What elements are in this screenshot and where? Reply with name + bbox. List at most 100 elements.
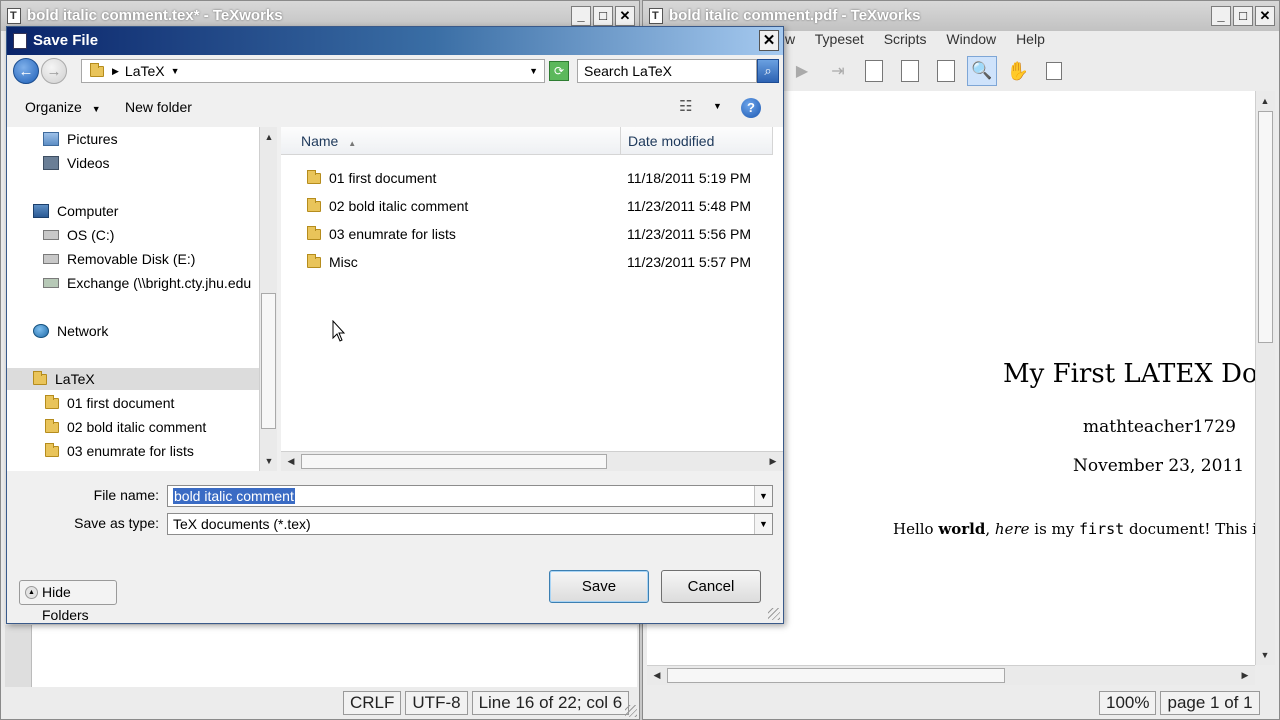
fit-window-icon[interactable] xyxy=(931,56,961,86)
search-icon[interactable]: ⌕ xyxy=(757,59,779,83)
file-row[interactable]: 01 first document 11/18/2011 5:19 PM xyxy=(281,165,781,191)
next-page-icon[interactable]: ▶ xyxy=(787,56,817,86)
menu-help[interactable]: Help xyxy=(1016,31,1045,47)
file-name-input[interactable]: bold italic comment ▼ xyxy=(167,485,773,507)
tree-item-latex[interactable]: LaTeX xyxy=(7,368,259,390)
menu-scripts[interactable]: Scripts xyxy=(884,31,927,47)
tree-item-02-bold-italic-comment[interactable]: 02 bold italic comment xyxy=(45,416,206,438)
address-separator-chevron-icon[interactable]: ▶ xyxy=(112,66,119,77)
file-name-label: File name: xyxy=(93,487,159,503)
tree-item-label: Computer xyxy=(57,203,119,219)
scroll-down-arrow[interactable]: ▼ xyxy=(1257,647,1273,663)
dialog-app-icon xyxy=(13,33,27,49)
maximize-button[interactable]: □ xyxy=(593,6,613,26)
address-bar[interactable]: ▶ LaTeX ▼ ▼ xyxy=(81,59,545,83)
file-name-chevron-down-icon[interactable]: ▼ xyxy=(754,486,772,506)
pdf-minimize-button[interactable]: _ xyxy=(1211,6,1231,26)
encoding-indicator[interactable]: UTF-8 xyxy=(405,691,468,715)
scroll-up-arrow[interactable]: ▲ xyxy=(1257,93,1273,109)
scroll-right-arrow[interactable]: ▶ xyxy=(1237,667,1253,683)
menu-view[interactable]: w xyxy=(785,31,795,47)
forward-arrow-icon[interactable]: → xyxy=(41,58,67,84)
hide-folders-label: Hide Folders xyxy=(42,584,89,623)
cancel-button[interactable]: Cancel xyxy=(661,570,761,603)
pictures-icon xyxy=(43,132,59,146)
refresh-icon[interactable]: ⟳ xyxy=(549,61,569,81)
minimize-button[interactable]: _ xyxy=(571,6,591,26)
view-options-icon[interactable]: ☷ xyxy=(679,97,692,115)
tree-item-pictures[interactable]: Pictures xyxy=(43,128,118,150)
dialog-navbar: ← → ▶ LaTeX ▼ ▼ ⟳ Search LaTeX ⌕ xyxy=(7,55,783,87)
scroll-left-arrow[interactable]: ◀ xyxy=(649,667,665,683)
pdf-menubar: w Typeset Scripts Window Help xyxy=(785,31,1061,49)
fit-width-icon[interactable] xyxy=(895,56,925,86)
tree-item-label: Removable Disk (E:) xyxy=(67,251,196,267)
find-icon[interactable] xyxy=(1039,56,1069,86)
pdf-vertical-scrollbar[interactable]: ▲ ▼ xyxy=(1255,91,1275,665)
pdf-statusbar: 100% page 1 of 1 xyxy=(1099,690,1260,716)
zoom-indicator[interactable]: 100% xyxy=(1099,691,1157,715)
hand-tool-icon[interactable]: ✋ xyxy=(1003,56,1033,86)
save-type-select[interactable]: TeX documents (*.tex) ▼ xyxy=(167,513,773,535)
file-row[interactable]: 03 enumrate for lists 11/23/2011 5:56 PM xyxy=(281,221,781,247)
file-name-value: bold italic comment xyxy=(173,488,295,504)
pdf-horizontal-scrollbar[interactable]: ◀ ▶ xyxy=(647,665,1255,685)
nav-scroll-thumb[interactable] xyxy=(261,293,276,429)
tree-item-label: 03 enumrate for lists xyxy=(67,443,194,459)
pdf-vscroll-thumb[interactable] xyxy=(1258,111,1273,343)
back-arrow-icon[interactable]: ← xyxy=(13,58,39,84)
file-scroll-left-arrow[interactable]: ◀ xyxy=(283,453,299,469)
tree-item-03-enumrate-for-lists[interactable]: 03 enumrate for lists xyxy=(45,440,194,462)
address-location[interactable]: LaTeX xyxy=(125,63,165,79)
body-text-world: world xyxy=(938,520,986,538)
editor-resize-grip[interactable] xyxy=(625,705,637,717)
last-page-icon[interactable]: ⇥ xyxy=(823,56,853,86)
file-list-horizontal-scrollbar[interactable]: ◀ ▶ xyxy=(281,451,783,471)
new-folder-button[interactable]: New folder xyxy=(125,99,192,115)
line-endings-indicator[interactable]: CRLF xyxy=(343,691,402,715)
nav-scroll-up-arrow[interactable]: ▲ xyxy=(261,129,277,145)
column-header-name-label: Name xyxy=(301,133,339,149)
organize-button[interactable]: Organize ▼ xyxy=(25,99,101,115)
editor-text-area[interactable] xyxy=(31,625,637,687)
view-chevron-down-icon[interactable]: ▼ xyxy=(713,101,722,111)
help-icon[interactable]: ? xyxy=(741,98,761,118)
column-header-name[interactable]: Name ▲ xyxy=(281,127,621,155)
breadcrumb-chevron-down-icon[interactable]: ▼ xyxy=(171,66,180,76)
magnifier-icon[interactable]: 🔍 xyxy=(967,56,997,86)
menu-window[interactable]: Window xyxy=(946,31,996,47)
file-row[interactable]: 02 bold italic comment 11/23/2011 5:48 P… xyxy=(281,193,781,219)
tree-item-network[interactable]: Network xyxy=(33,320,108,342)
address-history-dropdown-icon[interactable]: ▼ xyxy=(529,66,538,76)
hide-folders-button[interactable]: ▲ Hide Folders xyxy=(19,580,117,623)
tree-item-exchange[interactable]: Exchange (\\bright.cty.jhu.edu xyxy=(43,272,251,294)
pdf-hscroll-thumb[interactable] xyxy=(667,668,1005,683)
actual-size-icon[interactable] xyxy=(859,56,889,86)
folder-icon xyxy=(33,370,47,385)
tree-item-os-c[interactable]: OS (C:) xyxy=(43,224,114,246)
body-text-hello: Hello xyxy=(893,520,939,538)
address-folder-icon xyxy=(90,62,104,77)
pdf-maximize-button[interactable]: □ xyxy=(1233,6,1253,26)
tree-item-label: OS (C:) xyxy=(67,227,115,243)
tree-item-computer[interactable]: Computer xyxy=(33,200,118,222)
file-scroll-right-arrow[interactable]: ▶ xyxy=(765,453,781,469)
search-input[interactable]: Search LaTeX xyxy=(577,59,757,83)
file-scroll-thumb[interactable] xyxy=(301,454,607,469)
close-button[interactable]: ✕ xyxy=(615,6,635,26)
save-button[interactable]: Save xyxy=(549,570,649,603)
nav-vertical-scrollbar[interactable]: ▲ ▼ xyxy=(259,127,277,471)
folder-icon xyxy=(307,198,321,212)
menu-typeset[interactable]: Typeset xyxy=(815,31,864,47)
tree-item-videos[interactable]: Videos xyxy=(43,152,110,174)
tree-item-01-first-document[interactable]: 01 first document xyxy=(45,392,174,414)
tree-item-removable-disk[interactable]: Removable Disk (E:) xyxy=(43,248,195,270)
dialog-resize-grip[interactable] xyxy=(768,608,780,620)
column-header-date-modified[interactable]: Date modified xyxy=(621,127,773,155)
nav-scroll-down-arrow[interactable]: ▼ xyxy=(261,453,277,469)
file-row[interactable]: Misc 11/23/2011 5:57 PM xyxy=(281,249,781,275)
dialog-close-button[interactable]: ✕ xyxy=(759,30,779,51)
pdf-close-button[interactable]: ✕ xyxy=(1255,6,1275,26)
save-type-chevron-down-icon[interactable]: ▼ xyxy=(754,514,772,534)
chevron-up-icon: ▲ xyxy=(25,586,38,599)
